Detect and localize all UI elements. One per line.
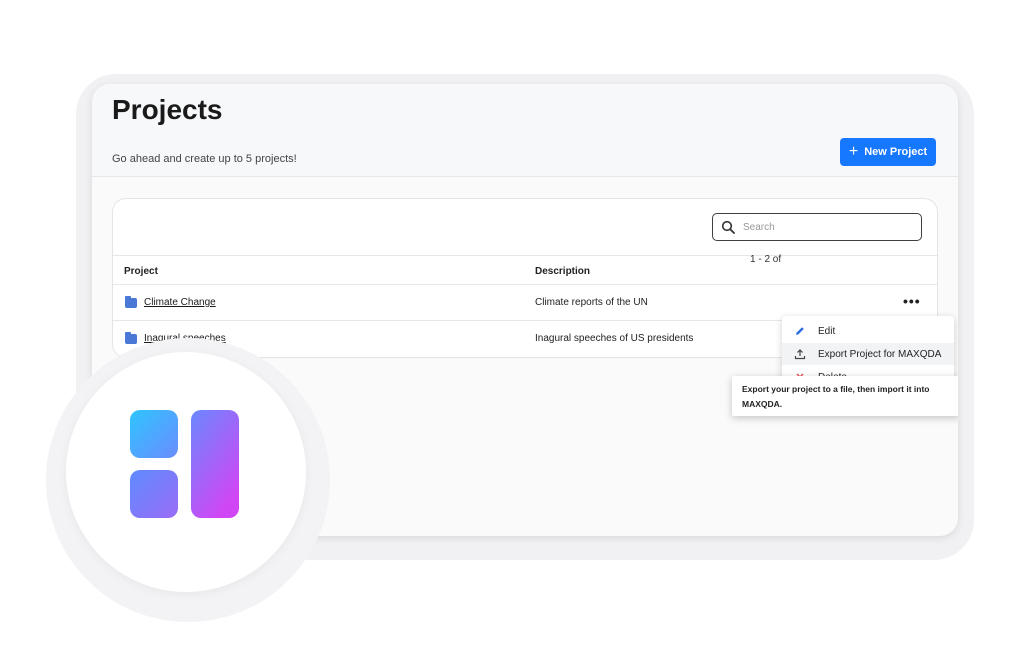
column-header-project: Project xyxy=(124,266,158,277)
app-logo-icon xyxy=(130,410,239,518)
more-options-icon[interactable]: ••• xyxy=(903,293,921,309)
project-link[interactable]: Climate Change xyxy=(144,297,216,308)
pagination-text: 1 - 2 of xyxy=(750,254,782,265)
new-project-button[interactable]: + New Project xyxy=(840,138,936,166)
upload-icon xyxy=(794,349,806,360)
export-tooltip: Export your project to a file, then impo… xyxy=(732,376,958,416)
search-box[interactable] xyxy=(712,213,922,241)
search-icon xyxy=(721,220,735,234)
project-context-menu: Edit Export Project for MAXQDA Delete xyxy=(782,316,954,382)
page-title: Projects xyxy=(112,94,223,125)
table-header: Project Description xyxy=(113,255,937,285)
menu-item-edit[interactable]: Edit xyxy=(782,320,954,342)
project-description: Inagural speeches of US presidents xyxy=(535,333,694,344)
project-description: Climate reports of the UN xyxy=(535,297,648,308)
menu-item-label: Export Project for MAXQDA xyxy=(818,348,942,360)
plus-icon: + xyxy=(848,143,859,160)
column-header-description: Description xyxy=(535,266,591,277)
folder-icon xyxy=(125,296,137,308)
page-subtitle: Go ahead and create up to 5 projects! xyxy=(112,153,297,165)
menu-item-label: Edit xyxy=(818,325,836,337)
page-header: Projects Go ahead and create up to 5 pro… xyxy=(92,84,958,177)
pencil-icon xyxy=(796,327,804,335)
search-input[interactable] xyxy=(743,221,903,233)
new-project-label: New Project xyxy=(864,146,928,158)
menu-item-export[interactable]: Export Project for MAXQDA xyxy=(782,343,954,365)
folder-icon xyxy=(125,332,137,344)
